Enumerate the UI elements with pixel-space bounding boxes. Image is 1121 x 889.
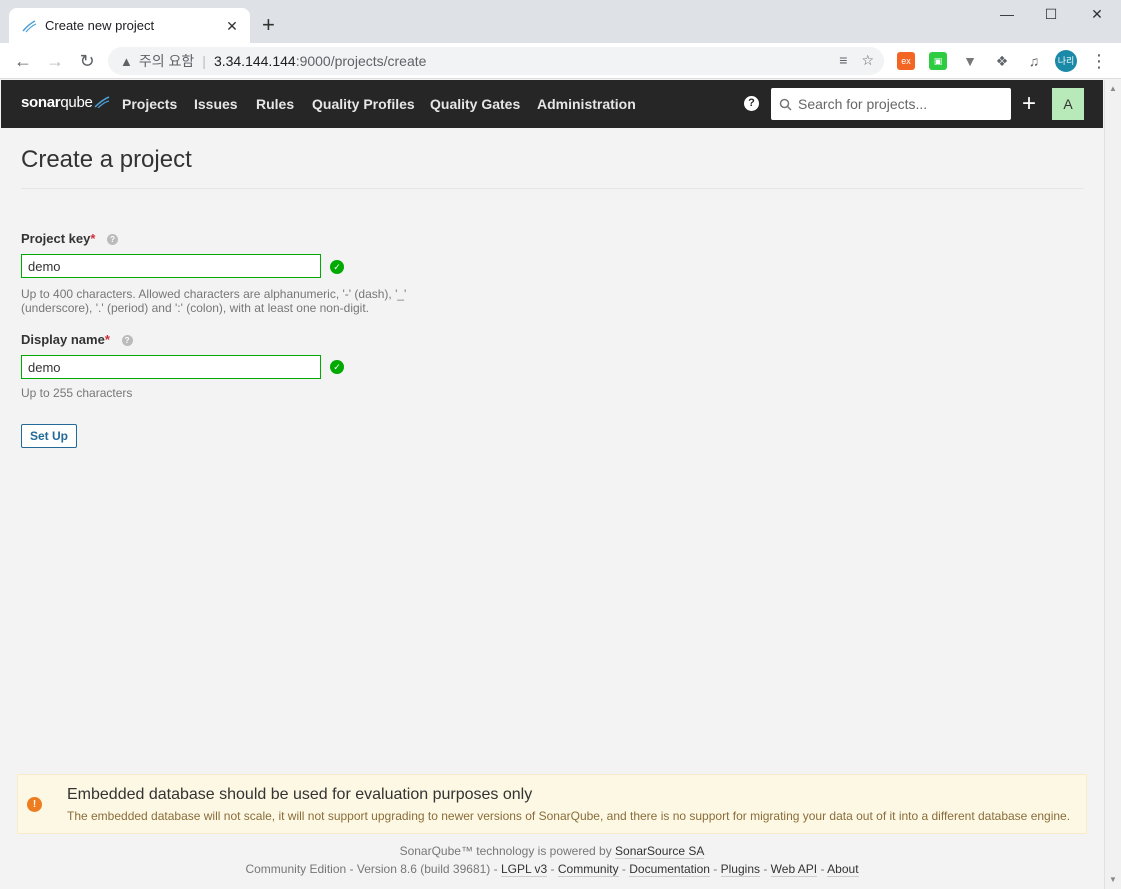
display-name-label-text: Display name xyxy=(21,332,105,347)
nav-administration[interactable]: Administration xyxy=(537,96,636,112)
browser-menu-icon[interactable]: ⋮ xyxy=(1088,50,1110,72)
create-plus-icon[interactable]: + xyxy=(1022,92,1036,116)
extension-ex-icon[interactable]: ex xyxy=(897,52,915,70)
project-key-help-icon[interactable]: ? xyxy=(107,234,119,246)
user-avatar[interactable]: A xyxy=(1052,88,1084,120)
nav-projects[interactable]: Projects xyxy=(122,96,177,112)
nav-rules[interactable]: Rules xyxy=(256,96,294,112)
display-name-hint: Up to 255 characters xyxy=(21,386,133,400)
minimize-icon[interactable]: — xyxy=(997,6,1017,22)
tab-close-icon[interactable]: ✕ xyxy=(224,18,240,34)
reload-icon[interactable]: ↻ xyxy=(76,50,98,72)
footer-powered-prefix: SonarQube™ technology is powered by xyxy=(399,844,616,858)
project-key-input[interactable] xyxy=(21,254,321,278)
display-name-help-icon[interactable]: ? xyxy=(121,335,133,347)
project-key-valid-check-icon: ✓ xyxy=(330,260,344,274)
nav-quality-profiles[interactable]: Quality Profiles xyxy=(312,96,415,112)
nav-quality-gates[interactable]: Quality Gates xyxy=(430,96,520,112)
project-key-label-text: Project key xyxy=(21,231,91,246)
sonarqube-favicon-icon xyxy=(22,19,37,32)
warning-text: The embedded database will not scale, it… xyxy=(67,809,1071,823)
forward-icon[interactable]: → xyxy=(44,50,66,72)
project-key-hint: Up to 400 characters. Allowed characters… xyxy=(21,287,407,315)
display-name-valid-check-icon: ✓ xyxy=(330,360,344,374)
warning-title: Embedded database should be used for eva… xyxy=(67,786,533,803)
title-divider xyxy=(21,188,1084,189)
bookmark-star-icon[interactable]: ☆ xyxy=(861,52,874,69)
footer-powered-by: SonarQube™ technology is powered by Sona… xyxy=(0,844,1104,859)
url-host: 3.34.144.144 xyxy=(213,53,296,69)
extensions-puzzle-icon[interactable]: ❖ xyxy=(993,52,1011,70)
address-bar[interactable]: ▲ 주의 요함 | 3.34.144.144 :9000/projects/cr… xyxy=(108,47,884,75)
set-up-button[interactable]: Set Up xyxy=(21,424,78,448)
logo-sonar-text: sonar xyxy=(21,94,61,111)
footer-links: Community Edition - Version 8.6 (build 3… xyxy=(245,862,859,877)
logo-waves-icon xyxy=(94,96,110,109)
footer-version: Version 8.6 (build 39681) xyxy=(356,862,491,876)
translate-icon[interactable]: ≡ xyxy=(839,52,847,69)
footer-edition: Community Edition xyxy=(245,862,347,876)
back-icon[interactable]: ← xyxy=(12,50,34,72)
footer-link-community[interactable]: Community xyxy=(557,862,619,877)
sonarqube-navbar: sonarqube Projects Issues Rules Quality … xyxy=(1,80,1103,128)
extension-v-icon[interactable]: ▼ xyxy=(961,52,979,70)
browser-titlebar: Create new project ✕ + — ☐ ✕ xyxy=(0,0,1121,43)
required-mark: * xyxy=(104,332,110,347)
sonarqube-logo[interactable]: sonarqube xyxy=(21,94,110,111)
search-input[interactable] xyxy=(798,96,998,112)
footer-link-lgpl[interactable]: LGPL v3 xyxy=(500,862,548,877)
warning-exclamation-icon: ! xyxy=(27,797,42,812)
url-path: :9000/projects/create xyxy=(295,53,427,69)
display-name-input[interactable] xyxy=(21,355,321,379)
footer-sonarsource-link[interactable]: SonarSource SA xyxy=(615,844,705,859)
embedded-db-warning: ! Embedded database should be used for e… xyxy=(17,774,1087,834)
extension-green-icon[interactable]: ▣ xyxy=(929,52,947,70)
scroll-down-icon[interactable]: ▼ xyxy=(1109,875,1117,884)
window-close-icon[interactable]: ✕ xyxy=(1087,6,1107,23)
footer-link-about[interactable]: About xyxy=(827,862,859,877)
nav-issues[interactable]: Issues xyxy=(194,96,238,112)
browser-toolbar: ← → ↻ ▲ 주의 요함 | 3.34.144.144 :9000/proje… xyxy=(0,43,1121,79)
required-mark: * xyxy=(90,231,96,246)
page-title: Create a project xyxy=(21,146,192,173)
display-name-label: Display name* ? xyxy=(21,332,133,347)
project-key-label: Project key* ? xyxy=(21,231,119,246)
logo-qube-text: qube xyxy=(60,94,93,111)
maximize-icon[interactable]: ☐ xyxy=(1041,6,1061,23)
project-search[interactable] xyxy=(771,88,1011,120)
security-warning-text: 주의 요함 xyxy=(138,53,195,69)
page-scrollbar[interactable]: ▲ ▼ xyxy=(1104,80,1121,889)
browser-tab[interactable]: Create new project ✕ xyxy=(9,8,250,43)
new-tab-icon[interactable]: + xyxy=(262,14,275,36)
footer-link-plugins[interactable]: Plugins xyxy=(720,862,760,877)
footer-link-web-api[interactable]: Web API xyxy=(770,862,818,877)
help-icon[interactable]: ? xyxy=(744,96,759,111)
media-control-icon[interactable]: ♫ xyxy=(1025,52,1043,70)
scroll-up-icon[interactable]: ▲ xyxy=(1109,84,1117,93)
tab-title: Create new project xyxy=(45,18,155,33)
warning-triangle-icon[interactable]: ▲ xyxy=(120,54,133,69)
search-icon xyxy=(779,98,792,111)
profile-avatar[interactable]: 나리 xyxy=(1055,50,1077,72)
omnibox-separator: | xyxy=(202,53,206,69)
footer-link-documentation[interactable]: Documentation xyxy=(629,862,710,877)
